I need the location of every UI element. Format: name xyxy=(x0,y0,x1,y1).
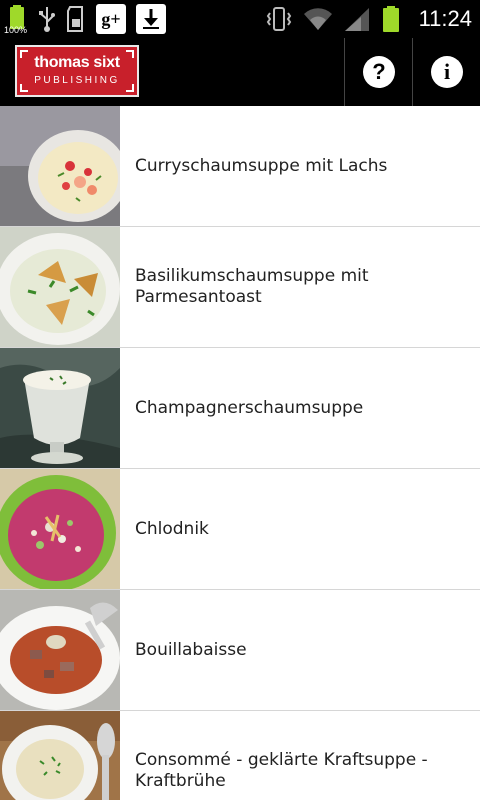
recipe-title: Basilikumschaumsuppe mit Parmesantoast xyxy=(135,266,369,307)
battery-icon xyxy=(381,5,401,33)
recipe-title: Curryschaumsuppe mit Lachs xyxy=(135,155,388,176)
divider xyxy=(344,38,345,106)
logo-title: thomas sixt xyxy=(34,54,120,71)
info-icon: i xyxy=(431,56,463,88)
list-item[interactable]: Champagnerschaumsuppe xyxy=(0,348,480,469)
list-item[interactable]: Curryschaumsuppe mit Lachs xyxy=(0,106,480,227)
recipe-list[interactable]: Curryschaumsuppe mit Lachs Basilikumscha… xyxy=(0,106,480,800)
list-item[interactable]: Consommé - geklärte Kraftsuppe - Kraftbr… xyxy=(0,711,480,800)
recipe-title: Chlodnik xyxy=(135,518,209,539)
list-item[interactable]: Basilikumschaumsuppe mit Parmesantoast xyxy=(0,227,480,348)
help-button[interactable]: ? xyxy=(346,38,412,106)
clock: 11:24 xyxy=(418,6,472,31)
recipe-title: Champagnerschaumsuppe xyxy=(135,397,364,418)
status-bar: 100% g+ 11:24 xyxy=(0,0,480,38)
info-button[interactable]: i xyxy=(414,38,480,106)
battery-percent-label: 100% xyxy=(4,25,28,35)
publisher-logo[interactable]: thomas sixt PUBLISHING xyxy=(15,45,139,97)
divider xyxy=(412,38,413,106)
sd-card-icon xyxy=(66,5,86,33)
recipe-thumbnail xyxy=(0,590,120,710)
list-item[interactable]: Chlodnik xyxy=(0,469,480,590)
help-icon: ? xyxy=(363,56,395,88)
recipe-title: Bouillabaisse xyxy=(135,639,247,660)
logo-subtitle: PUBLISHING xyxy=(34,75,120,86)
recipe-thumbnail xyxy=(0,348,120,468)
recipe-thumbnail xyxy=(0,711,120,800)
recipe-thumbnail xyxy=(0,227,120,347)
battery-icon: 100% xyxy=(4,4,28,35)
signal-icon xyxy=(343,6,371,32)
action-bar: thomas sixt PUBLISHING ? i xyxy=(0,38,480,106)
recipe-thumbnail xyxy=(0,469,120,589)
recipe-thumbnail xyxy=(0,106,120,226)
recipe-title: Consommé - geklärte Kraftsuppe - Kraftbr… xyxy=(135,750,428,791)
google-plus-icon: g+ xyxy=(96,4,126,34)
list-item[interactable]: Bouillabaisse xyxy=(0,590,480,711)
vibrate-icon xyxy=(265,6,293,32)
download-icon xyxy=(136,4,166,34)
usb-icon xyxy=(38,5,56,33)
wifi-icon xyxy=(303,6,333,32)
